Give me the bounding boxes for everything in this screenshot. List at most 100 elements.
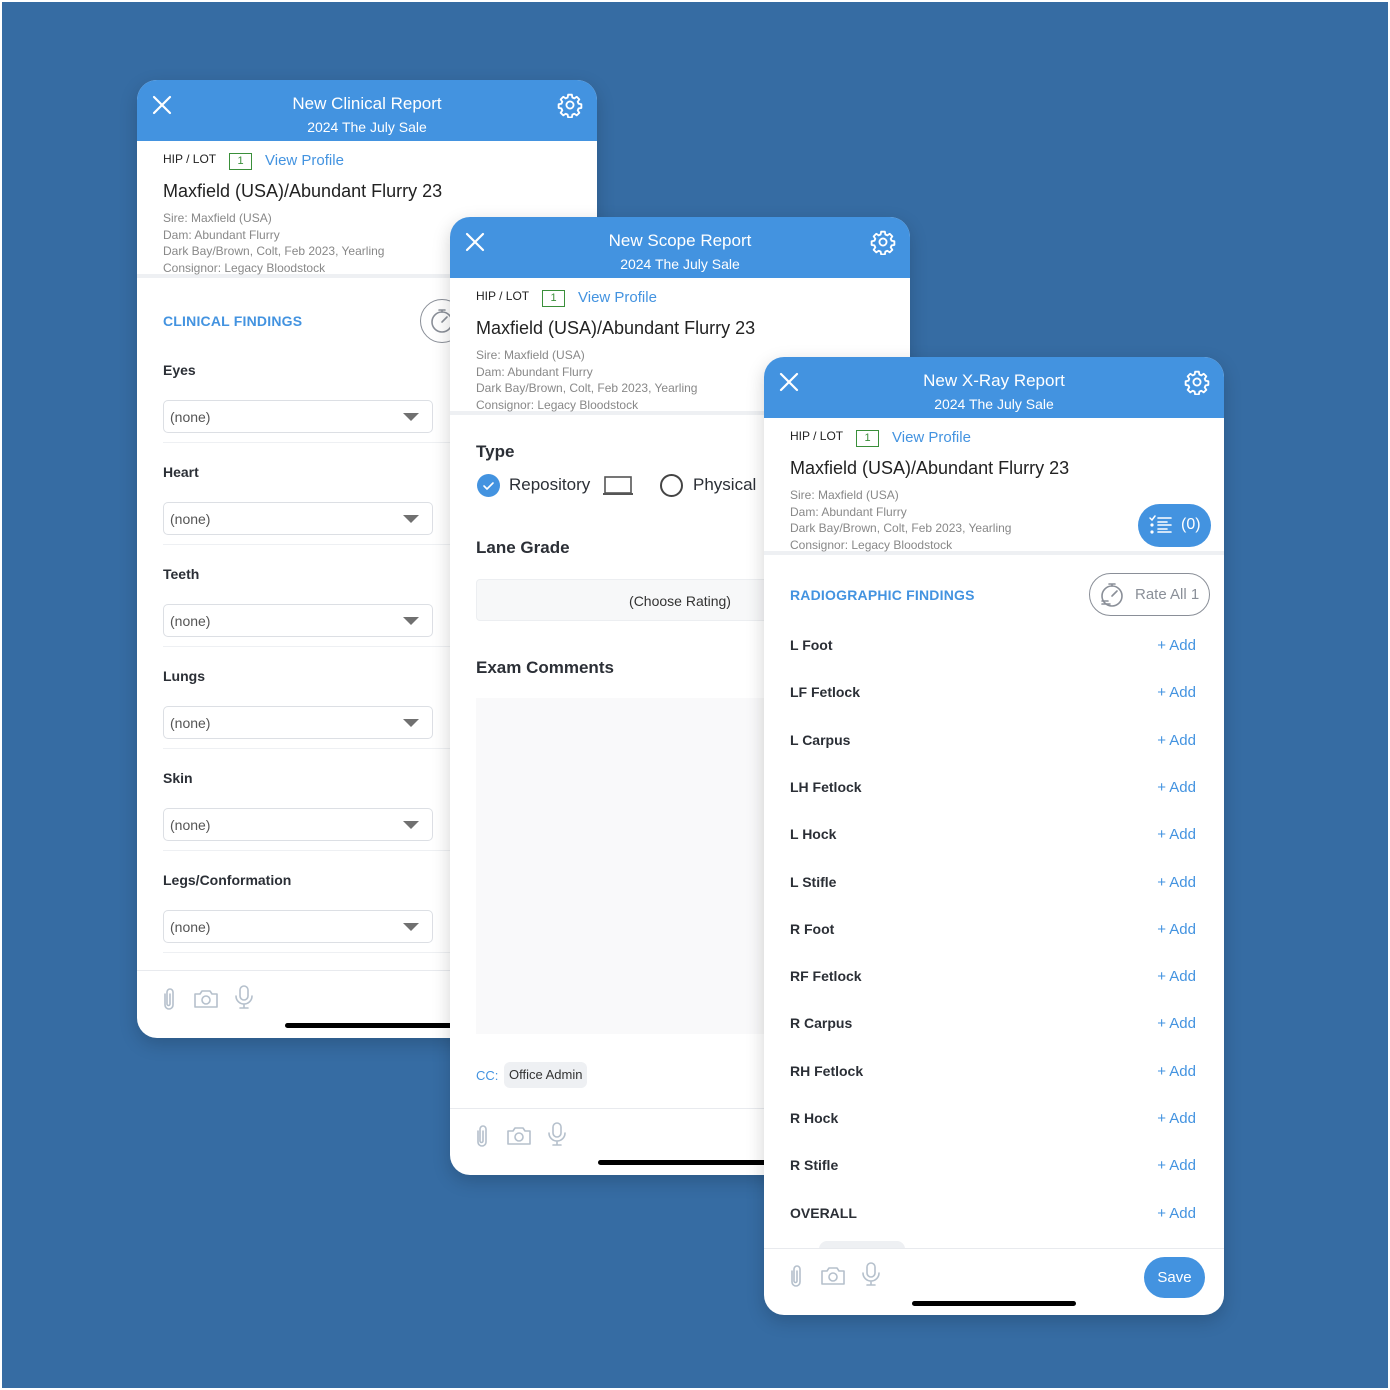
save-button[interactable]: Save: [1144, 1257, 1205, 1298]
finding-name: OVERALL: [790, 1204, 857, 1221]
select-value: (none): [170, 715, 211, 731]
paperclip-icon[interactable]: [784, 1263, 808, 1289]
view-profile-link[interactable]: View Profile: [578, 289, 657, 306]
finding-row: RH Fetlock + Add: [790, 1063, 1196, 1087]
hip-lot-label: HIP / LOT: [476, 289, 530, 303]
sire-text: Sire: Maxfield (USA): [163, 211, 272, 225]
cc-recipient-chip[interactable]: Office Admin: [504, 1062, 588, 1088]
finding-row: L Carpus + Add: [790, 732, 1196, 756]
finding-name: R Stifle: [790, 1157, 839, 1174]
microphone-icon[interactable]: [232, 984, 256, 1010]
horse-details: Sire: Maxfield (USA) Dam: Abundant Flurr…: [476, 347, 697, 413]
sale-subtitle: 2024 The July Sale: [934, 396, 1054, 412]
finding-name: L Carpus: [790, 731, 851, 748]
add-finding-button[interactable]: + Add: [1157, 637, 1196, 654]
select-value: (none): [170, 919, 211, 935]
hip-lot-label: HIP / LOT: [163, 152, 217, 166]
sire-text: Sire: Maxfield (USA): [790, 488, 899, 502]
field-label: Skin: [163, 770, 193, 786]
view-profile-link[interactable]: View Profile: [892, 429, 971, 446]
type-label: Type: [476, 442, 515, 461]
footer-divider: [764, 1248, 1224, 1249]
gear-icon[interactable]: [870, 229, 896, 255]
select-value: (none): [170, 511, 211, 527]
add-finding-button[interactable]: + Add: [1157, 1110, 1196, 1127]
home-indicator: [598, 1160, 768, 1165]
add-finding-button[interactable]: + Add: [1157, 684, 1196, 701]
hip-number-badge: 1: [856, 430, 879, 447]
sale-subtitle: 2024 The July Sale: [620, 256, 740, 272]
clinical-header: New Clinical Report 2024 The July Sale: [137, 80, 597, 141]
add-finding-button[interactable]: + Add: [1157, 968, 1196, 985]
sale-subtitle: 2024 The July Sale: [307, 119, 427, 135]
add-finding-button[interactable]: + Add: [1157, 779, 1196, 796]
caret-down-icon: [403, 719, 419, 727]
lungs-select[interactable]: (none): [163, 706, 433, 739]
finding-name: R Hock: [790, 1110, 839, 1126]
rate-all-button[interactable]: Rate All 1: [1089, 573, 1210, 616]
heart-select[interactable]: (none): [163, 502, 433, 535]
microphone-icon[interactable]: [545, 1121, 569, 1147]
add-finding-button[interactable]: + Add: [1157, 1015, 1196, 1032]
add-finding-button[interactable]: + Add: [1157, 921, 1196, 938]
add-finding-button[interactable]: + Add: [1157, 874, 1196, 891]
background: New Clinical Report 2024 The July Sale H…: [2, 2, 1388, 1388]
xray-report-card: New X-Ray Report 2024 The July Sale HIP …: [764, 357, 1224, 1315]
dam-text: Dam: Abundant Flurry: [476, 364, 593, 379]
xray-header: New X-Ray Report 2024 The July Sale: [764, 357, 1224, 418]
add-finding-button[interactable]: + Add: [1157, 732, 1196, 749]
findings-count: (0): [1181, 516, 1201, 533]
add-finding-button[interactable]: + Add: [1157, 826, 1196, 843]
hip-number-badge: 1: [229, 153, 252, 170]
add-finding-button[interactable]: + Add: [1157, 1063, 1196, 1080]
page-title: New X-Ray Report: [923, 371, 1065, 390]
skin-select[interactable]: (none): [163, 808, 433, 841]
finding-row: LH Fetlock + Add: [790, 779, 1196, 803]
teeth-select[interactable]: (none): [163, 604, 433, 637]
sire-text: Sire: Maxfield (USA): [476, 348, 585, 362]
add-finding-button[interactable]: + Add: [1157, 1157, 1196, 1174]
select-value: (none): [170, 613, 211, 629]
field-label: Eyes: [163, 362, 196, 378]
finding-name: LH Fetlock: [790, 778, 862, 795]
legs-conformation-select[interactable]: (none): [163, 910, 433, 943]
add-finding-button[interactable]: + Add: [1157, 1205, 1196, 1222]
finding-name: RH Fetlock: [790, 1062, 864, 1079]
finding-name: LF Fetlock: [790, 684, 861, 701]
finding-name: L Stifle: [790, 873, 837, 890]
consignor-text: Consignor: Legacy Bloodstock: [790, 537, 953, 552]
finding-row: OVERALL + Add: [790, 1205, 1196, 1229]
repository-radio[interactable]: [477, 474, 500, 497]
checklist-icon: [1149, 515, 1172, 534]
finding-row: L Stifle + Add: [790, 874, 1196, 898]
physical-radio[interactable]: [660, 474, 683, 497]
finding-name: RF Fetlock: [790, 968, 862, 985]
eyes-select[interactable]: (none): [163, 400, 433, 433]
camera-icon[interactable]: [819, 1263, 847, 1289]
cc-label: CC:: [476, 1068, 499, 1083]
view-profile-link[interactable]: View Profile: [265, 152, 344, 169]
caret-down-icon: [403, 617, 419, 625]
paperclip-icon[interactable]: [470, 1123, 494, 1149]
lane-grade-label: Lane Grade: [476, 538, 570, 557]
horse-name: Maxfield (USA)/Abundant Flurry 23: [476, 318, 756, 338]
findings-summary-button[interactable]: (0): [1138, 504, 1211, 547]
gear-icon[interactable]: [1184, 369, 1210, 395]
select-value: (none): [170, 817, 211, 833]
section-title: CLINICAL FINDINGS: [163, 313, 303, 329]
finding-row: RF Fetlock + Add: [790, 968, 1196, 992]
gear-icon[interactable]: [557, 92, 583, 118]
finding-name: L Foot: [790, 637, 833, 653]
repository-label: Repository: [509, 475, 591, 494]
paperclip-icon[interactable]: [157, 986, 181, 1012]
camera-icon[interactable]: [192, 986, 220, 1012]
finding-row: LF Fetlock + Add: [790, 684, 1196, 708]
description-text: Dark Bay/Brown, Colt, Feb 2023, Yearling: [476, 381, 698, 395]
finding-row: R Hock + Add: [790, 1110, 1196, 1134]
field-label: Lungs: [163, 668, 205, 684]
camera-icon[interactable]: [505, 1123, 533, 1149]
dam-text: Dam: Abundant Flurry: [790, 504, 907, 519]
description-text: Dark Bay/Brown, Colt, Feb 2023, Yearling: [163, 244, 385, 258]
field-label: Legs/Conformation: [163, 872, 292, 888]
microphone-icon[interactable]: [859, 1261, 883, 1287]
